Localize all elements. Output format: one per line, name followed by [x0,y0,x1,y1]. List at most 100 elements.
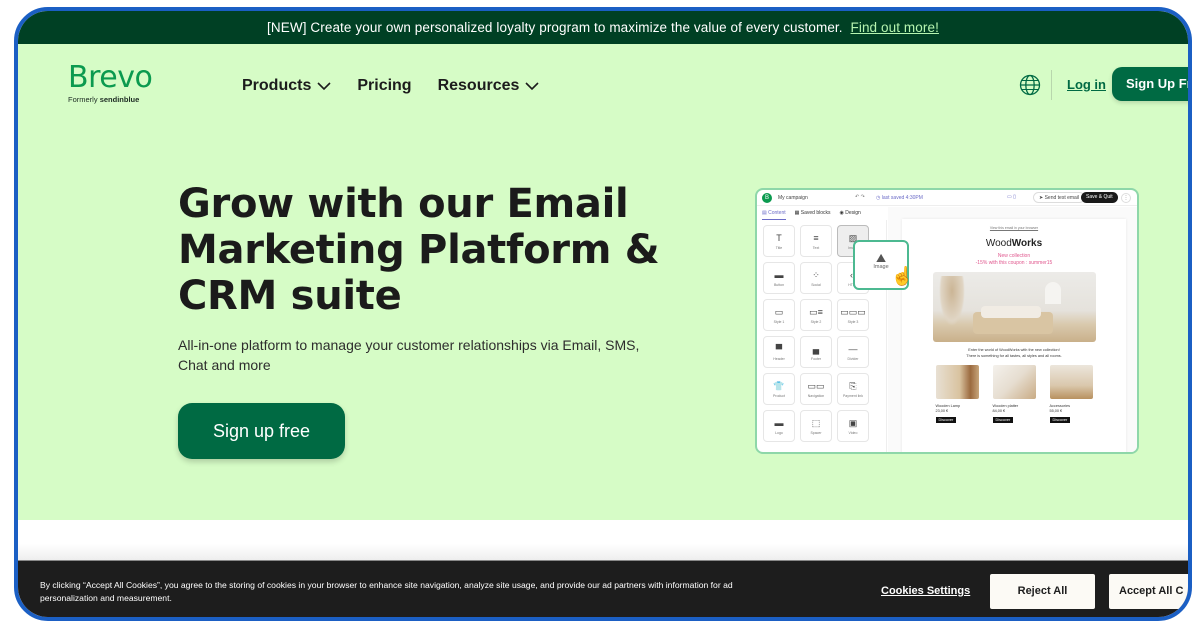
block-label: Style 2 [810,320,822,324]
block-icon: ⎘ [849,381,857,391]
headline-line: CRM suite [178,273,402,319]
editor-tabs: ▤ Content ▦ Saved blocks ◉ Design [757,207,887,220]
reject-all-button[interactable]: Reject All [990,574,1095,609]
chevron-down-icon [525,82,539,91]
block-video: ▣ Video [837,410,869,442]
block-label: Footer [810,357,822,361]
accept-all-cookies-button[interactable]: Accept All C [1109,574,1188,609]
product-card: Wooden platter 84,00 € Discover [992,365,1036,423]
product-card: Accessories 55,00 € Discover [1049,365,1093,423]
nav-resources-label: Resources [437,77,520,94]
login-link[interactable]: Log in [1067,77,1106,92]
undo-redo-icons: ↶ ↷ [855,194,865,200]
block-label: Product [772,394,786,398]
promo-line: New collection [997,253,1031,259]
email-intro: Enter the world of WoodWorks with the ne… [902,348,1126,359]
brand-light: Wood [985,238,1012,249]
block-label: Social [811,283,821,287]
block-icon: ≡ [813,233,819,243]
tab-saved-blocks: ▦ Saved blocks [794,210,831,216]
headline-line: Marketing Platform & [178,227,660,273]
nav-pricing-label: Pricing [357,77,412,94]
brevo-logo[interactable]: Brevo Formerly sendinblue [68,60,153,105]
nav-pricing[interactable]: Pricing [357,77,411,95]
email-brand: WoodWorks [902,238,1126,249]
block-icon: ▭▭▭ [840,307,866,317]
block-label: Style 3 [847,320,859,324]
nav-products-label: Products [242,77,312,94]
block-style-1: ▭ Style 1 [763,299,795,331]
block-header: ▀ Header [763,336,795,368]
logo-subtitle: Formerly sendinblue [68,95,152,104]
signup-free-button[interactable]: Sign up free [178,403,345,459]
block-navigation: ▭▭ Navigation [800,373,832,405]
product-price: 55,00 € [1049,409,1063,413]
hero-section: Brevo Formerly sendinblue Products Prici… [18,44,1188,520]
announcement-bar: [NEW] Create your own personalized loyal… [18,11,1188,44]
block-icon: ▄ [812,344,820,354]
headline-line: Grow with our Email [178,181,629,227]
nav-resources[interactable]: Resources [438,77,540,95]
block-style-2: ▭≡ Style 2 [800,299,832,331]
block-style-3: ▭▭▭ Style 3 [837,299,869,331]
cookie-text: By clicking “Accept All Cookies”, you ag… [40,580,733,603]
product-grid: Wooden Lamp 23,00 € Discover Wooden plat… [902,365,1126,423]
last-saved-status: ◷ last saved 4:30PM [876,195,923,201]
block-label: Spacer [810,431,822,435]
page: [NEW] Create your own personalized loyal… [18,11,1188,617]
nav-products[interactable]: Products [242,77,331,95]
block-divider: — Divider [837,336,869,368]
block-icon: ▭▭ [807,381,825,391]
block-button: ▬ Button [763,262,795,294]
block-icon: ▀ [775,344,783,354]
discover-button: Discover [992,417,1014,423]
view-in-browser-link: View this email in your browser [989,226,1039,230]
block-icon: — [848,344,858,354]
block-label: Payment link [842,394,864,398]
block-label: Header [773,357,785,361]
cookie-banner: By clicking “Accept All Cookies”, you ag… [18,560,1188,617]
product-image-platter [992,365,1036,399]
block-payment-link: ⎘ Payment link [837,373,869,405]
browser-frame: [NEW] Create your own personalized loyal… [14,7,1192,621]
block-icon: ⬚ [811,418,821,428]
block-label: Divider [847,357,859,361]
editor-canvas: View this email in your browser WoodWork… [888,207,1137,452]
campaign-name: My campaign [778,195,808,201]
block-label: Logo [775,431,783,435]
block-label: Video [848,431,858,435]
main-nav: Products Pricing Resources [242,77,539,95]
dragged-block-label: Image [873,264,889,270]
more-icon: ⋮ [1121,193,1131,203]
block-label: Navigation [807,394,825,398]
block-text: ≡ Text [800,225,832,257]
logo-wordmark: Brevo [68,60,153,95]
email-preview: View this email in your browser WoodWork… [902,219,1126,452]
pampas-plant-shape [938,276,965,326]
cookies-settings-link[interactable]: Cookies Settings [881,585,970,597]
tab-design: ◉ Design [839,210,861,216]
find-out-more-link[interactable]: Find out more! [851,20,939,35]
block-icon: ▭ [774,307,784,317]
logo-sub-prefix: Formerly [68,95,98,104]
block-logo: ▬ Logo [763,410,795,442]
block-label: Style 1 [773,320,785,324]
chevron-down-icon [317,82,331,91]
intro-line: There is something for all tastes, all s… [966,353,1062,358]
product-name: Accessories [1049,404,1070,408]
block-icon: 👕 [773,381,785,391]
block-title: T Title [763,225,795,257]
send-test-email-button: ➤ Send test email [1033,192,1086,203]
globe-icon[interactable] [1019,74,1041,96]
hero-subtitle: All-in-one platform to manage your custo… [178,337,640,373]
cushion-shape [980,306,1041,318]
editor-logo: B [762,193,772,203]
logo-sub-brand: sendinblue [99,95,140,104]
announcement-text: [NEW] Create your own personalized loyal… [267,20,843,35]
product-image-accessories [1049,365,1093,399]
block-social: ⁘ Social [800,262,832,294]
block-icon: ▣ [848,418,858,428]
block-spacer: ⬚ Spacer [800,410,832,442]
hero-image-living-room [932,272,1096,342]
signup-header-button[interactable]: Sign Up Fr [1112,67,1188,101]
